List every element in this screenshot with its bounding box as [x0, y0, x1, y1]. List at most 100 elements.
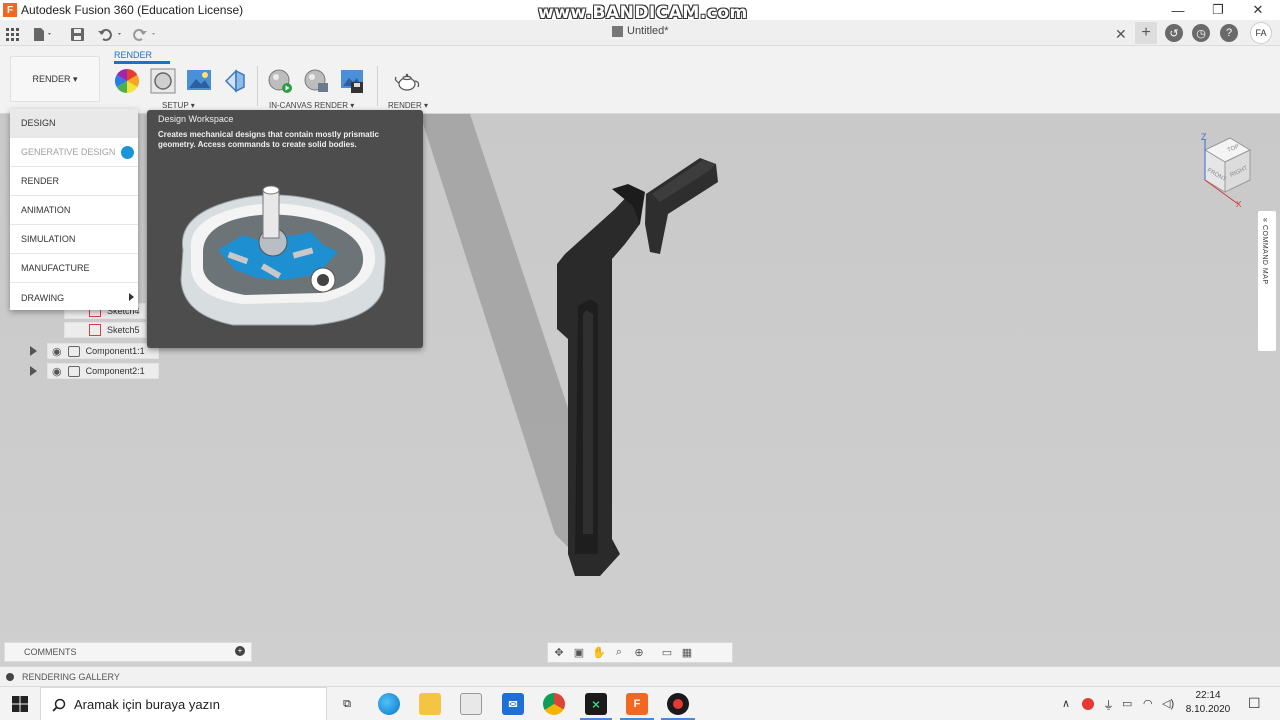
browser-component-row[interactable]: ◉ Component1:1 — [30, 342, 159, 360]
in-canvas-render-icon[interactable] — [267, 68, 293, 94]
setup-group-label[interactable]: SETUP ▾ — [162, 101, 195, 110]
texture-map-controls-icon[interactable] — [222, 68, 248, 94]
fusion-taskbar-icon[interactable]: F — [626, 693, 648, 715]
workspace-item-design[interactable]: DESIGN — [10, 109, 138, 138]
component-item[interactable]: ◉ Component2:1 — [47, 363, 159, 379]
taskbar-clock[interactable]: 22:14 8.10.2020 — [1182, 689, 1234, 717]
display-settings-icon[interactable]: ▭ — [660, 646, 674, 659]
gallery-toggle-icon[interactable] — [6, 672, 14, 681]
submenu-arrow-icon — [129, 293, 134, 301]
scene-settings-icon[interactable] — [186, 68, 212, 94]
taskbar-search-box[interactable]: Aramak için buraya yazın — [40, 687, 327, 720]
component-label: Component1:1 — [85, 346, 145, 356]
close-window-button[interactable]: ✕ — [1238, 0, 1278, 20]
browser-component-row[interactable]: ◉ Component2:1 — [30, 362, 159, 380]
look-at-icon[interactable]: ▣ — [572, 646, 586, 659]
job-status-icon[interactable]: ↺ — [1165, 24, 1183, 42]
collapse-arrows-icon[interactable]: « — [1263, 215, 1267, 224]
appearance-color-wheel-icon[interactable] — [114, 68, 140, 94]
chrome-icon[interactable] — [543, 693, 565, 715]
task-view-icon[interactable]: ⧉ — [336, 693, 358, 715]
workspace-item-generative-design[interactable]: GENERATIVE DESIGN — [10, 138, 138, 167]
in-canvas-render-group-label[interactable]: IN-CANVAS RENDER ▾ — [269, 101, 354, 110]
rendering-gallery-bar[interactable]: RENDERING GALLERY — [0, 666, 1280, 686]
wifi-icon[interactable]: ◠ — [1143, 697, 1153, 710]
terminal-app-icon[interactable]: ⨯ — [585, 693, 607, 715]
viewcube-axis-x: X — [1236, 200, 1242, 208]
sketch-label: Sketch5 — [107, 325, 140, 335]
help-icon[interactable]: ? — [1220, 24, 1238, 42]
pan-hand-icon[interactable]: ✋ — [592, 646, 606, 659]
document-tab[interactable]: Untitled* — [612, 25, 669, 37]
workspace-item-animation[interactable]: ANIMATION — [10, 196, 138, 225]
physical-material-sphere-icon[interactable] — [150, 68, 176, 94]
mail-icon[interactable]: ✉ — [502, 693, 524, 715]
fit-zoom-icon[interactable]: ⊕ — [632, 646, 646, 659]
apps-grid-icon[interactable] — [6, 26, 19, 42]
search-icon — [52, 698, 66, 712]
viewcube[interactable]: TOP FRONT RIGHT Z X — [1190, 128, 1260, 208]
render-group-label[interactable]: RENDER ▾ — [388, 101, 428, 110]
comments-panel[interactable]: COMMENTS + — [4, 642, 252, 662]
user-avatar[interactable]: FA — [1250, 22, 1272, 44]
sketch-item[interactable]: Sketch5 — [64, 322, 146, 338]
file-explorer-icon[interactable] — [419, 693, 441, 715]
viewcube-axis-z: Z — [1201, 132, 1207, 142]
notifications-clock-icon[interactable]: ◷ — [1192, 24, 1210, 42]
recording-tray-icon[interactable] — [1082, 698, 1094, 710]
windows-logo-icon — [12, 696, 28, 712]
windows-start-button[interactable] — [0, 687, 40, 720]
workspace-item-render[interactable]: RENDER — [10, 167, 138, 196]
workspace-item-manufacture[interactable]: MANUFACTURE — [10, 254, 138, 283]
ribbon-toolbar: RENDER ▾ RENDER SETUP ▾ IN-CANVAS RENDER… — [0, 46, 1280, 114]
redo-icon[interactable] — [133, 26, 159, 42]
component-item[interactable]: ◉ Component1:1 — [47, 343, 159, 359]
close-tab-icon[interactable]: ✕ — [1115, 26, 1127, 42]
add-comment-icon[interactable]: + — [235, 646, 245, 656]
expand-arrow-icon[interactable] — [30, 346, 37, 356]
minimize-button[interactable]: — — [1158, 0, 1198, 20]
orbit-icon[interactable]: ✥ — [552, 646, 566, 659]
bracket-model — [557, 158, 718, 576]
restore-button[interactable]: ❐ — [1198, 0, 1238, 20]
eye-icon[interactable]: ◉ — [52, 345, 62, 358]
eye-icon[interactable] — [69, 324, 83, 336]
undo-icon[interactable] — [98, 26, 124, 42]
workspace-switcher-button[interactable]: RENDER ▾ — [10, 56, 100, 102]
in-canvas-render-settings-icon[interactable] — [303, 68, 329, 94]
navigation-toolbar: ✥ ▣ ✋ ⌕ ⊕ ▭ ▦ — [547, 642, 733, 663]
gear-housing-illustration — [180, 185, 386, 326]
rendering-gallery-label: RENDERING GALLERY — [22, 671, 120, 682]
fusion-app-icon: F — [3, 3, 17, 17]
workspace-item-label: RENDER — [21, 176, 60, 186]
tray-overflow-icon[interactable]: ∧ — [1062, 697, 1070, 710]
workspace-item-simulation[interactable]: SIMULATION — [10, 225, 138, 254]
eye-icon[interactable]: ◉ — [52, 365, 62, 378]
expand-arrow-icon[interactable] — [30, 366, 37, 376]
microsoft-store-icon[interactable] — [460, 693, 482, 715]
new-tab-plus-icon[interactable]: + — [1135, 22, 1157, 44]
render-teapot-icon[interactable] — [394, 68, 420, 94]
workspace-item-label: ANIMATION — [21, 205, 71, 215]
command-map-panel[interactable]: « COMMAND MAP — [1258, 211, 1276, 351]
capture-image-icon[interactable] — [339, 68, 365, 94]
workspace-item-drawing[interactable]: DRAWING — [10, 283, 138, 312]
design-workspace-tooltip: Design Workspace Creates mechanical desi… — [147, 110, 423, 348]
file-menu-icon[interactable] — [33, 26, 53, 42]
grid-settings-icon[interactable]: ▦ — [680, 646, 694, 659]
usb-icon[interactable]: ⏚ — [1103, 697, 1114, 713]
action-center-icon[interactable]: ☐ — [1248, 695, 1261, 712]
tab-render[interactable]: RENDER — [114, 50, 152, 60]
zoom-icon[interactable]: ⌕ — [612, 646, 626, 659]
volume-icon[interactable]: ◁) — [1162, 697, 1174, 710]
save-icon[interactable] — [71, 26, 84, 42]
comments-label: COMMENTS — [24, 647, 77, 657]
bandicam-record-icon[interactable] — [667, 693, 689, 715]
clock-date: 8.10.2020 — [1185, 704, 1231, 715]
browser-sketch-row[interactable]: Sketch5 — [64, 321, 146, 339]
edge-browser-icon[interactable] — [378, 693, 400, 715]
network-icon[interactable]: ▭ — [1122, 697, 1132, 710]
workspace-item-label: GENERATIVE DESIGN — [21, 147, 116, 157]
clock-time: 22:14 — [1195, 690, 1221, 701]
toolbar-separator — [377, 66, 378, 106]
